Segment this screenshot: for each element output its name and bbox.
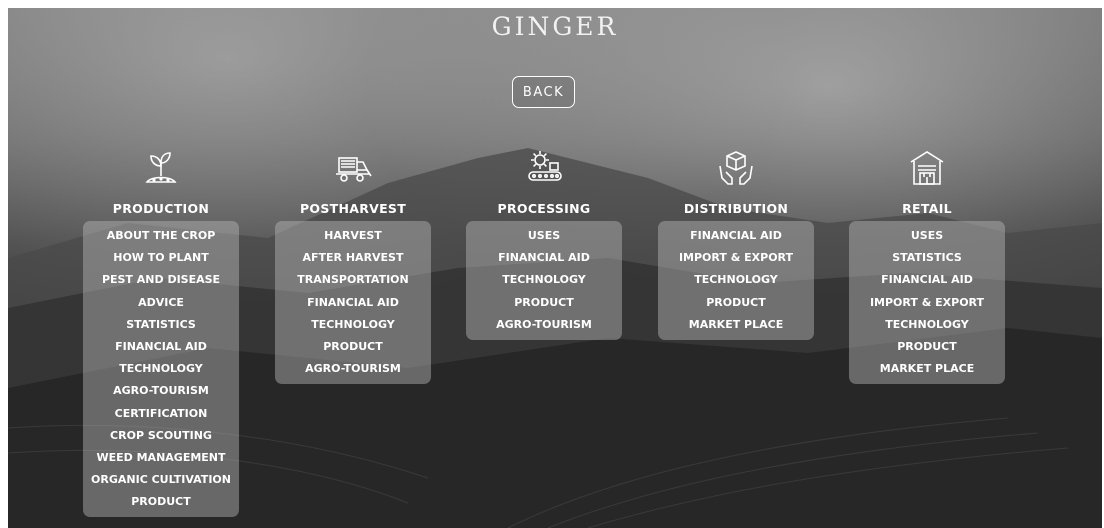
menu-item-financial-aid[interactable]: FINANCIAL AID (275, 292, 431, 314)
menu-item-agro-tourism[interactable]: AGRO-TOURISM (466, 314, 622, 336)
menu-item-import-export[interactable]: IMPORT & EXPORT (849, 292, 1005, 314)
back-button[interactable]: BACK (512, 76, 575, 108)
column-production: PRODUCTION ABOUT THE CROP HOW TO PLANT P… (83, 148, 239, 518)
menu-item-product[interactable]: PRODUCT (658, 292, 814, 314)
menu-panel: HARVEST AFTER HARVEST TRANSPORTATION FIN… (275, 221, 431, 385)
menu-item-technology[interactable]: TECHNOLOGY (83, 358, 239, 380)
column-heading: RETAIL (902, 201, 952, 216)
seedling-icon (145, 152, 177, 183)
page-title: GINGER (491, 12, 619, 41)
menu-item-financial-aid[interactable]: FINANCIAL AID (83, 336, 239, 358)
menu-item-technology[interactable]: TECHNOLOGY (275, 314, 431, 336)
column-heading: DISTRIBUTION (683, 201, 789, 216)
menu-item-product[interactable]: PRODUCT (83, 491, 239, 513)
column-retail: RETAIL USES STATISTICS FINANCIAL AID IMP… (849, 148, 1005, 385)
harvester-icon (336, 157, 372, 182)
menu-item-agro-tourism[interactable]: AGRO-TOURISM (83, 380, 239, 402)
menu-item-crop-scouting[interactable]: CROP SCOUTING (83, 425, 239, 447)
menu-item-pest-and-disease[interactable]: PEST AND DISEASE (83, 269, 239, 291)
menu-item-financial-aid[interactable]: FINANCIAL AID (658, 225, 814, 247)
menu-panel: ABOUT THE CROP HOW TO PLANT PEST AND DIS… (83, 221, 239, 518)
menu-item-uses[interactable]: USES (466, 225, 622, 247)
menu-panel: FINANCIAL AID IMPORT & EXPORT TECHNOLOGY… (658, 221, 814, 340)
menu-panel: USES STATISTICS FINANCIAL AID IMPORT & E… (849, 221, 1005, 385)
menu-item-after-harvest[interactable]: AFTER HARVEST (275, 247, 431, 269)
menu-item-weed-management[interactable]: WEED MANAGEMENT (83, 447, 239, 469)
menu-item-agro-tourism[interactable]: AGRO-TOURISM (275, 358, 431, 380)
menu-item-market-place[interactable]: MARKET PLACE (658, 314, 814, 336)
menu-item-technology[interactable]: TECHNOLOGY (849, 314, 1005, 336)
menu-item-uses[interactable]: USES (849, 225, 1005, 247)
warehouse-icon (910, 151, 944, 185)
menu-item-product[interactable]: PRODUCT (849, 336, 1005, 358)
column-heading: PRODUCTION (112, 201, 210, 216)
menu-item-product[interactable]: PRODUCT (466, 292, 622, 314)
menu-panel: USES FINANCIAL AID TECHNOLOGY PRODUCT AG… (466, 221, 622, 340)
hands-box-icon (719, 151, 753, 185)
menu-item-technology[interactable]: TECHNOLOGY (466, 269, 622, 291)
conveyor-gear-icon (528, 151, 562, 181)
menu-item-statistics[interactable]: STATISTICS (849, 247, 1005, 269)
menu-item-financial-aid[interactable]: FINANCIAL AID (466, 247, 622, 269)
column-distribution: DISTRIBUTION FINANCIAL AID IMPORT & EXPO… (658, 148, 814, 340)
column-heading: PROCESSING (497, 201, 591, 216)
column-heading: POSTHARVEST (299, 201, 407, 216)
menu-item-transportation[interactable]: TRANSPORTATION (275, 269, 431, 291)
column-processing: PROCESSING USES FINANCIAL AID TECHNOLOGY… (466, 148, 622, 340)
menu-item-market-place[interactable]: MARKET PLACE (849, 358, 1005, 380)
background-landscape: GINGER BACK PRODUCTION ABOUT THE CROP HO… (8, 8, 1102, 528)
menu-item-financial-aid[interactable]: FINANCIAL AID (849, 269, 1005, 291)
menu-item-product[interactable]: PRODUCT (275, 336, 431, 358)
menu-item-harvest[interactable]: HARVEST (275, 225, 431, 247)
menu-item-how-to-plant[interactable]: HOW TO PLANT (83, 247, 239, 269)
column-postharvest: POSTHARVEST HARVEST AFTER HARVEST TRANSP… (275, 148, 431, 385)
menu-item-import-export[interactable]: IMPORT & EXPORT (658, 247, 814, 269)
menu-item-certification[interactable]: CERTIFICATION (83, 403, 239, 425)
menu-item-advice[interactable]: ADVICE (83, 292, 239, 314)
menu-item-about-the-crop[interactable]: ABOUT THE CROP (83, 225, 239, 247)
menu-item-statistics[interactable]: STATISTICS (83, 314, 239, 336)
menu-item-technology[interactable]: TECHNOLOGY (658, 269, 814, 291)
menu-item-organic-cultivation[interactable]: ORGANIC CULTIVATION (83, 469, 239, 491)
